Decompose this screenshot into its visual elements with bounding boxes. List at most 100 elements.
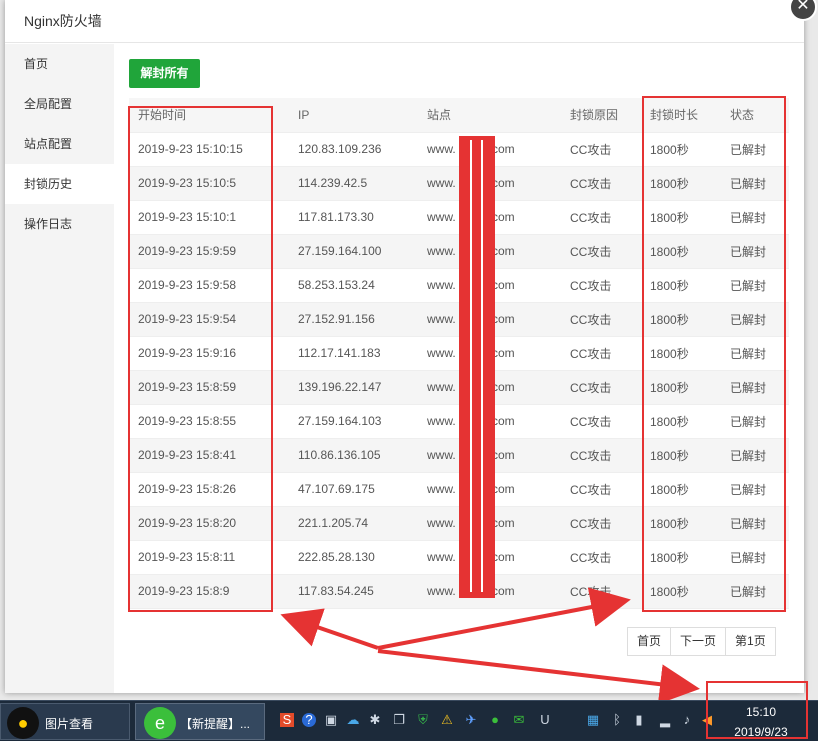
cell-status: 已解封 — [721, 166, 789, 201]
cell-start-time: 2019-9-23 15:10:15 — [129, 132, 289, 167]
cell-start-time: 2019-9-23 15:10:5 — [129, 166, 289, 201]
cell-ip: 222.85.28.130 — [289, 540, 418, 575]
cell-ip: 114.239.42.5 — [289, 166, 418, 201]
sidebar-item-block-history[interactable]: 封锁历史 — [5, 164, 114, 204]
wechat-icon[interactable]: ✉ — [512, 713, 526, 727]
cell-reason: CC攻击 — [561, 234, 641, 269]
cell-ip: 120.83.109.236 — [289, 132, 418, 167]
cell-start-time: 2019-9-23 15:9:54 — [129, 302, 289, 337]
cell-site-prefix: www. — [427, 278, 456, 292]
clipboard-icon[interactable]: ▣ — [324, 713, 338, 727]
network-gear-icon[interactable]: ✱ — [368, 713, 382, 727]
cell-reason: CC攻击 — [561, 370, 641, 405]
cell-reason: CC攻击 — [561, 302, 641, 337]
first-page-button[interactable]: 首页 — [628, 628, 672, 655]
unblock-all-button[interactable]: 解封所有 — [129, 59, 200, 88]
cell-ip: 117.81.173.30 — [289, 200, 418, 235]
cell-reason: CC攻击 — [561, 438, 641, 473]
cell-site-prefix: www. — [427, 244, 456, 258]
taskbar-browser-label: 【新提醒】... — [180, 717, 251, 731]
cell-start-time: 2019-9-23 15:8:59 — [129, 370, 289, 405]
cell-status: 已解封 — [721, 438, 789, 473]
cell-duration: 1800秒 — [641, 438, 721, 473]
cell-status: 已解封 — [721, 336, 789, 371]
cell-reason: CC攻击 — [561, 540, 641, 575]
table-header-status: 状态 — [721, 98, 789, 133]
redaction-line-left — [470, 140, 472, 592]
current-page-indicator: 第1页 — [726, 628, 775, 655]
cell-reason: CC攻击 — [561, 506, 641, 541]
cell-reason: CC攻击 — [561, 268, 641, 303]
cell-site-prefix: www. — [427, 414, 456, 428]
table-header-ip: IP — [289, 98, 418, 133]
input-method-icon[interactable]: ▦ — [586, 713, 600, 727]
browser-icon: e — [144, 707, 176, 739]
cell-ip: 58.253.153.24 — [289, 268, 418, 303]
cell-ip: 110.86.136.105 — [289, 438, 418, 473]
cell-duration: 1800秒 — [641, 574, 721, 609]
pagination: 首页 下一页 第1页 — [627, 627, 776, 656]
firewall-dialog: Nginx防火墙 首页 全局配置 站点配置 封锁历史 操作日志 解封所有 开始时… — [5, 0, 804, 693]
table-header-reason: 封锁原因 — [561, 98, 641, 133]
cell-duration: 1800秒 — [641, 336, 721, 371]
cell-start-time: 2019-9-23 15:9:59 — [129, 234, 289, 269]
green-circle-icon[interactable]: ● — [488, 713, 502, 727]
cell-duration: 1800秒 — [641, 472, 721, 507]
windows-icon[interactable]: ❐ — [392, 713, 406, 727]
cell-site-prefix: www. — [427, 346, 456, 360]
cell-start-time: 2019-9-23 15:8:41 — [129, 438, 289, 473]
cell-site-prefix: www. — [427, 584, 456, 598]
dialog-title: Nginx防火墙 — [5, 0, 804, 43]
volume-icon[interactable]: ♪ — [680, 713, 694, 727]
cell-site-prefix: www. — [427, 142, 456, 156]
cell-ip: 27.152.91.156 — [289, 302, 418, 337]
taskbar: ● 图片查看 e 【新提醒】... S ? ▣ ☁ ✱ ❐ ⛨ ⚠ ✈ ● ✉ … — [0, 700, 818, 741]
bluetooth-icon[interactable]: ᛒ — [610, 713, 624, 727]
cell-start-time: 2019-9-23 15:8:9 — [129, 574, 289, 609]
cell-status: 已解封 — [721, 404, 789, 439]
signal-icon[interactable]: ▂ — [658, 713, 672, 727]
sidebar-item-home[interactable]: 首页 — [5, 44, 114, 84]
cell-ip: 139.196.22.147 — [289, 370, 418, 405]
redaction-line-right — [481, 140, 483, 592]
cloud-icon[interactable]: ☁ — [346, 713, 360, 727]
shield-icon[interactable]: ⛨ — [416, 713, 430, 727]
cell-status: 已解封 — [721, 268, 789, 303]
table-header-start-time: 开始时间 — [129, 98, 289, 133]
sidebar-item-global-config[interactable]: 全局配置 — [5, 84, 114, 124]
warning-icon[interactable]: ⚠ — [440, 713, 454, 727]
cell-reason: CC攻击 — [561, 200, 641, 235]
cell-site-prefix: www. — [427, 482, 456, 496]
cell-start-time: 2019-9-23 15:9:16 — [129, 336, 289, 371]
sogou-icon[interactable]: S — [280, 713, 294, 727]
help-icon[interactable]: ? — [302, 713, 316, 727]
next-page-button[interactable]: 下一页 — [671, 628, 727, 655]
sidebar-item-site-config[interactable]: 站点配置 — [5, 124, 114, 164]
table-header-duration: 封锁时长 — [641, 98, 721, 133]
cell-reason: CC攻击 — [561, 404, 641, 439]
usb-icon[interactable]: U — [538, 713, 552, 727]
cell-status: 已解封 — [721, 234, 789, 269]
bird-icon[interactable]: ✈ — [464, 713, 478, 727]
battery-icon[interactable]: ▮ — [632, 713, 646, 727]
cell-ip: 117.83.54.245 — [289, 574, 418, 609]
cell-status: 已解封 — [721, 540, 789, 575]
sidebar-item-operation-log[interactable]: 操作日志 — [5, 204, 114, 244]
taskbar-image-viewer[interactable]: ● 图片查看 — [0, 703, 130, 740]
cell-site-prefix: www. — [427, 550, 456, 564]
taskbar-clock[interactable]: 15:10 2019/9/23 — [708, 704, 814, 740]
cell-duration: 1800秒 — [641, 404, 721, 439]
cell-duration: 1800秒 — [641, 200, 721, 235]
cell-duration: 1800秒 — [641, 234, 721, 269]
cell-site-prefix: www. — [427, 380, 456, 394]
cell-status: 已解封 — [721, 472, 789, 507]
cell-start-time: 2019-9-23 15:8:20 — [129, 506, 289, 541]
taskbar-browser-task[interactable]: e 【新提醒】... — [135, 703, 265, 740]
cell-site-prefix: www. — [427, 176, 456, 190]
table-header-site: 站点 — [418, 98, 561, 133]
cell-duration: 1800秒 — [641, 268, 721, 303]
cell-start-time: 2019-9-23 15:8:26 — [129, 472, 289, 507]
cell-start-time: 2019-9-23 15:10:1 — [129, 200, 289, 235]
cell-duration: 1800秒 — [641, 540, 721, 575]
cell-status: 已解封 — [721, 200, 789, 235]
